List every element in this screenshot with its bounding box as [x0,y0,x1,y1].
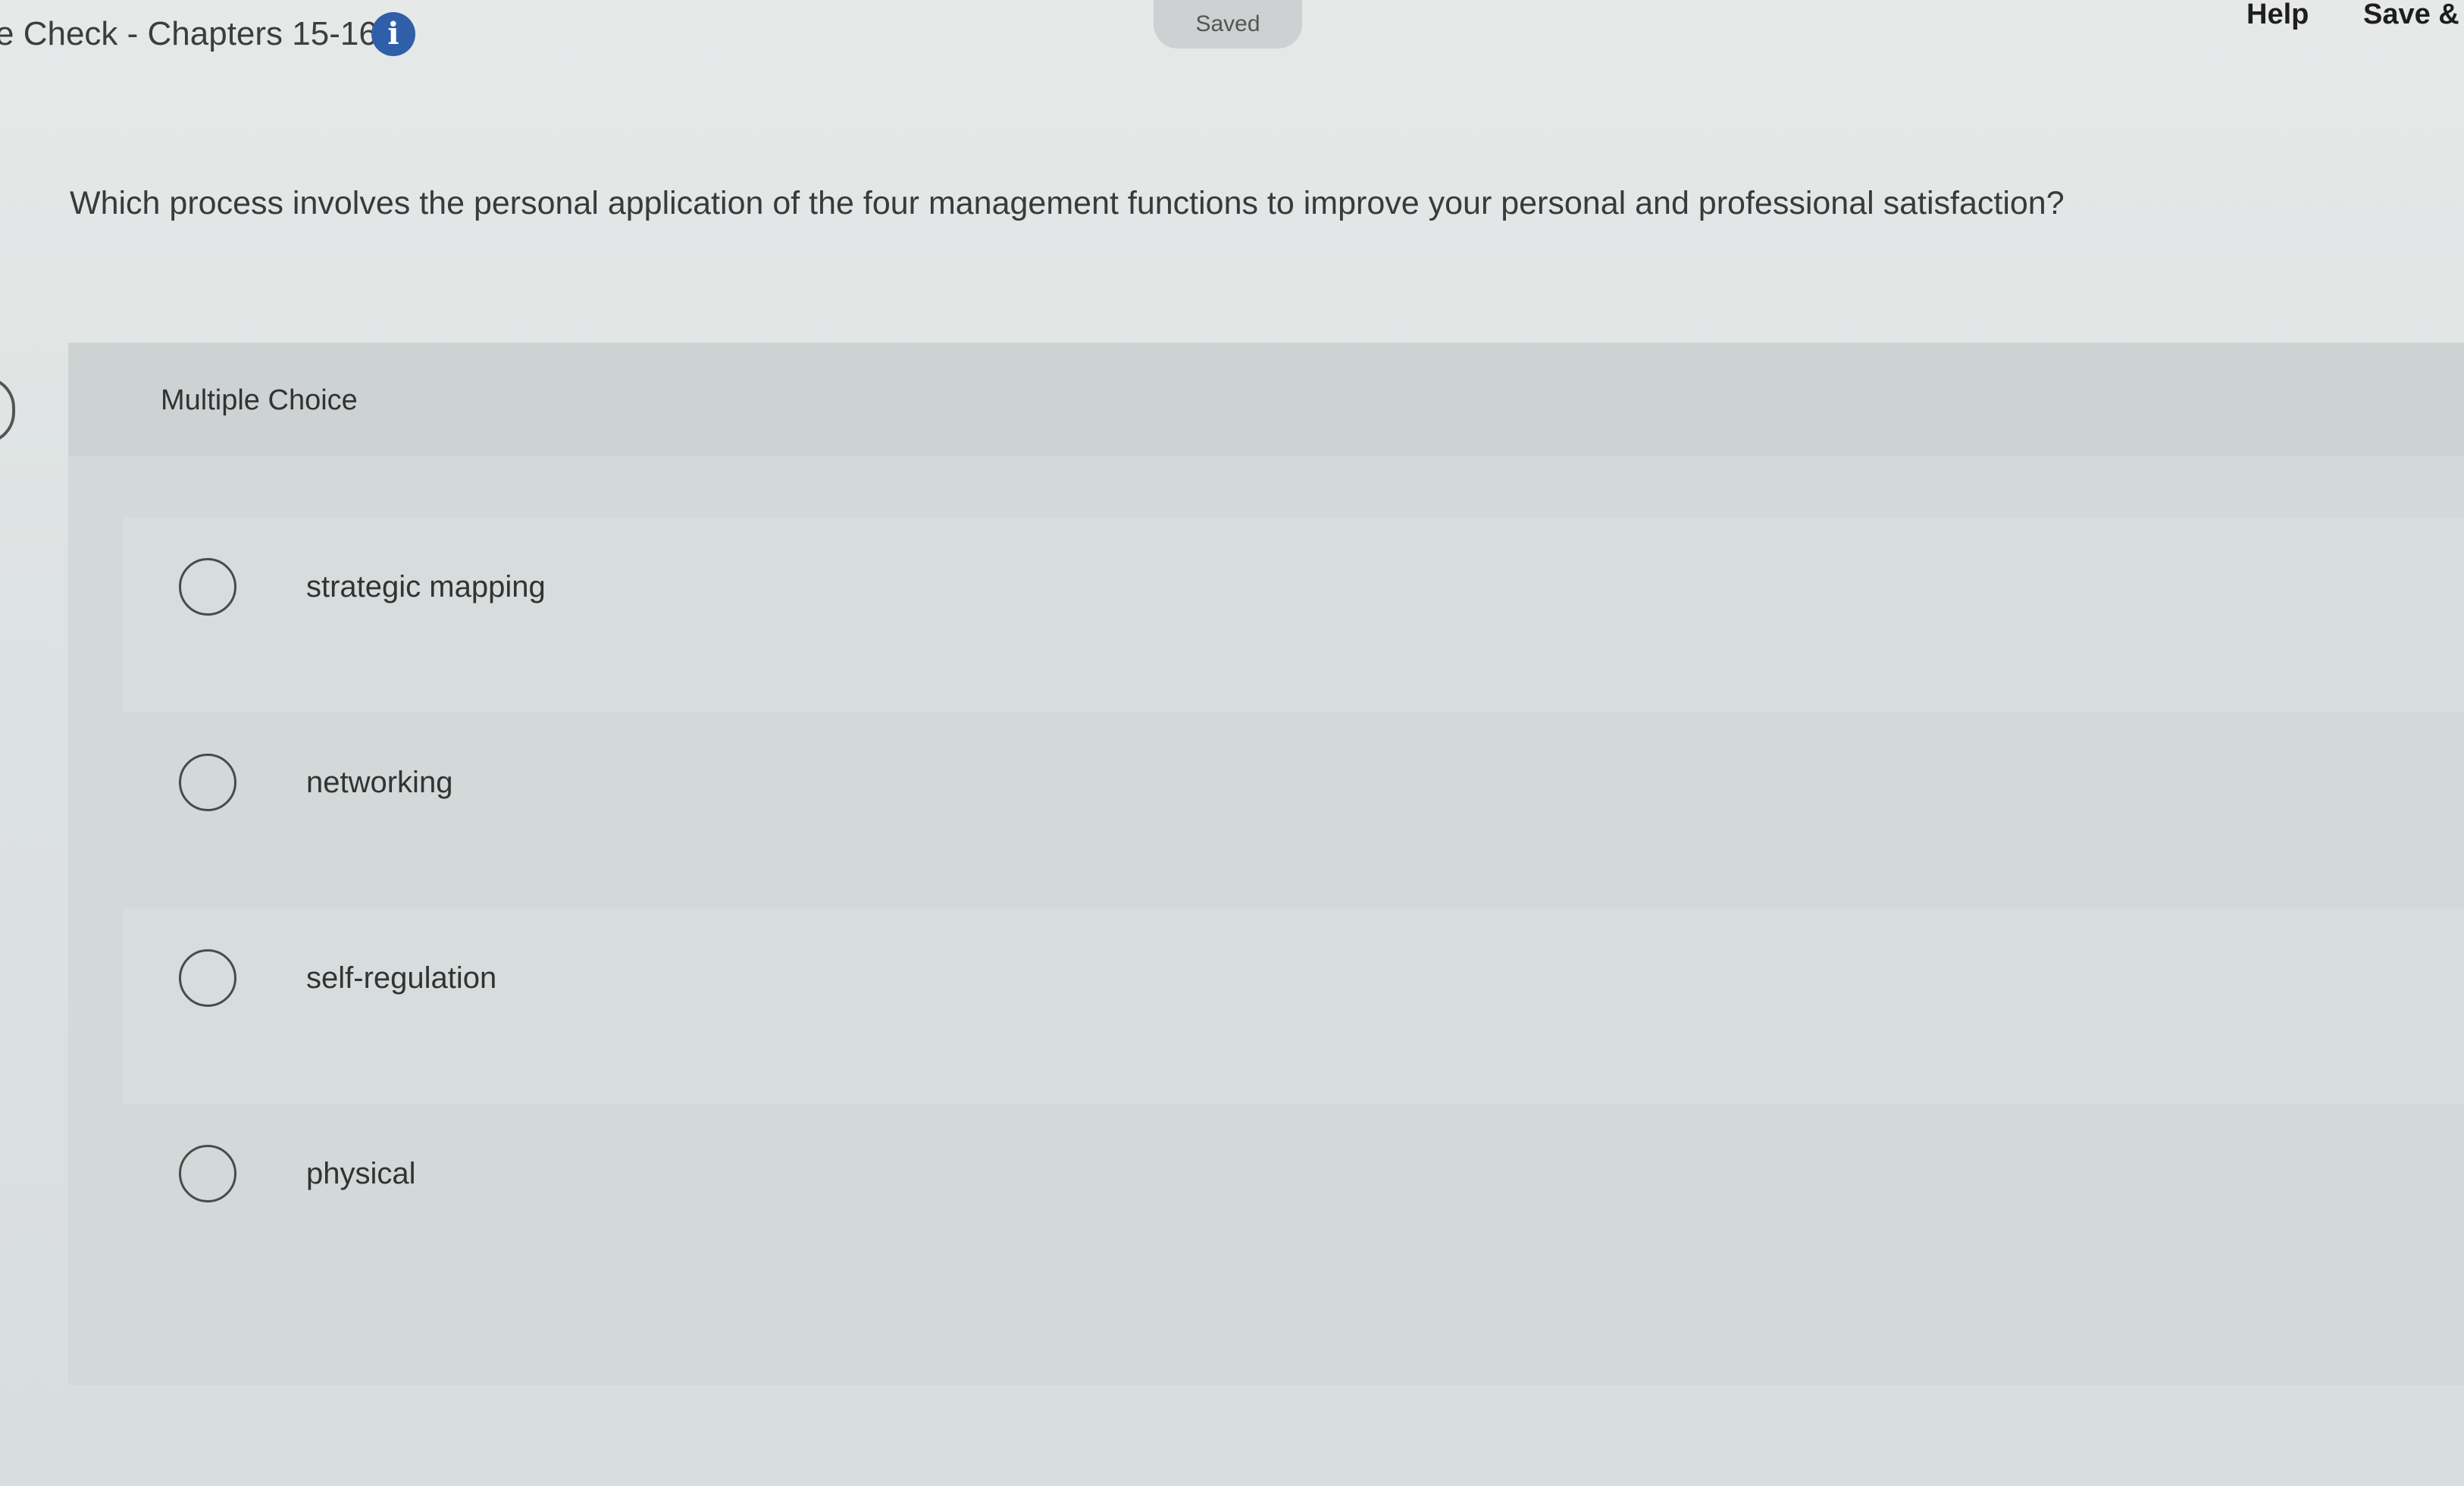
top-bar: e Check - Chapters 15-16 i Saved Help Sa… [0,0,2464,83]
option-label[interactable]: self-regulation [306,955,496,1001]
question-type-header: Multiple Choice [68,343,2464,456]
quiz-title: e Check - Chapters 15-16 [0,15,377,52]
answer-options: strategic mapping networking self-regula… [123,517,2464,1299]
answer-option[interactable]: networking [123,713,2464,908]
radio-button[interactable] [179,558,236,616]
save-and-exit-link[interactable]: Save & [2363,0,2459,33]
help-link[interactable]: Help [2246,0,2309,33]
question-prompt: Which process involves the personal appl… [70,185,2065,221]
option-label[interactable]: networking [306,760,452,805]
answer-option[interactable]: strategic mapping [123,517,2464,713]
question-type-label: Multiple Choice [161,384,358,416]
side-panel-toggle[interactable] [0,376,15,444]
radio-button[interactable] [179,1145,236,1202]
option-label[interactable]: strategic mapping [306,564,546,610]
option-label[interactable]: physical [306,1151,416,1196]
saved-status-badge: Saved [1154,0,1302,49]
answer-option[interactable]: physical [123,1104,2464,1299]
answer-panel: Multiple Choice strategic mapping networ… [68,343,2464,1385]
info-icon[interactable]: i [371,12,415,56]
radio-button[interactable] [179,949,236,1007]
answer-option[interactable]: self-regulation [123,908,2464,1104]
radio-button[interactable] [179,754,236,811]
